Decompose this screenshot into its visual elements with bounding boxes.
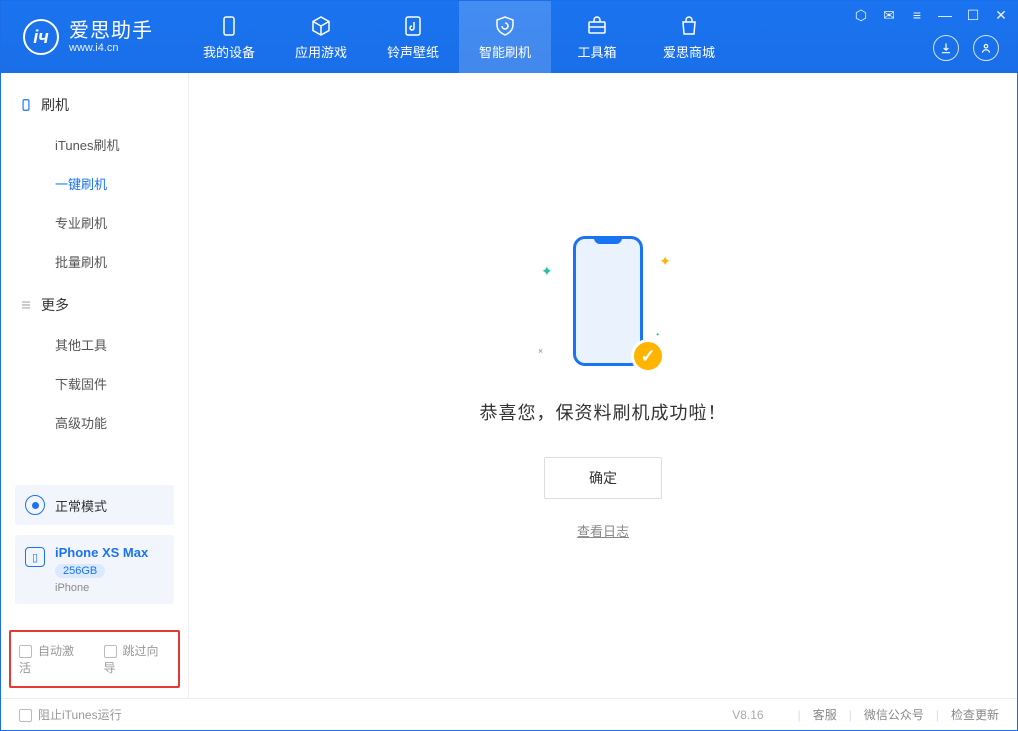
download-button[interactable] [933,35,959,61]
ok-button[interactable]: 确定 [544,457,662,499]
sidebar-item-pro-flash[interactable]: 专业刷机 [1,203,188,242]
cube-icon [309,14,333,38]
main-content: ✦ + ✦ • ✓ 恭喜您，保资料刷机成功啦！ 确定 查看日志 [189,73,1017,698]
nav-tabs: 我的设备 应用游戏 铃声壁纸 智能刷机 工具箱 爱思商城 [183,1,735,73]
toolbox-icon [585,14,609,38]
bag-icon [677,14,701,38]
feedback-icon[interactable]: ✉ [881,7,897,24]
sidebar: 刷机 iTunes刷机 一键刷机 专业刷机 批量刷机 更多 其他工具 下载固件 … [1,73,189,698]
maximize-button[interactable]: ☐ [965,7,981,24]
auto-activate-checkbox[interactable]: 自动激活 [19,642,86,676]
sidebar-item-batch-flash[interactable]: 批量刷机 [1,242,188,281]
phone-icon [19,98,33,112]
view-log-link[interactable]: 查看日志 [577,521,629,540]
window-controls: ⬡ ✉ ≡ — ☐ ✕ [853,7,1009,24]
footer-link-support[interactable]: 客服 [813,706,837,723]
sidebar-item-download-firmware[interactable]: 下载固件 [1,364,188,403]
close-button[interactable]: ✕ [993,7,1009,24]
check-icon: ✓ [631,339,665,373]
device-phone-icon: ▯ [25,547,45,567]
shield-refresh-icon [493,14,517,38]
sidebar-item-other-tools[interactable]: 其他工具 [1,325,188,364]
app-logo: iч 爱思助手 www.i4.cn [1,19,173,55]
device-name: iPhone XS Max [55,545,148,560]
version-label: V8.16 [732,708,763,722]
device-icon [217,14,241,38]
nav-smart-flash[interactable]: 智能刷机 [459,1,551,73]
nav-ringtones-wallpapers[interactable]: 铃声壁纸 [367,1,459,73]
mode-icon [25,495,45,515]
mode-label: 正常模式 [55,496,107,515]
device-card[interactable]: ▯ iPhone XS Max 256GB iPhone [15,535,174,604]
sidebar-item-onekey-flash[interactable]: 一键刷机 [1,164,188,203]
minimize-button[interactable]: — [937,7,953,24]
nav-store[interactable]: 爱思商城 [643,1,735,73]
nav-my-device[interactable]: 我的设备 [183,1,275,73]
download-icon [939,41,953,55]
app-name: 爱思助手 [69,20,153,42]
nav-apps-games[interactable]: 应用游戏 [275,1,367,73]
user-icon [979,41,993,55]
block-itunes-checkbox[interactable]: 阻止iTunes运行 [19,706,122,723]
sidebar-item-itunes-flash[interactable]: iTunes刷机 [1,125,188,164]
footer-link-wechat[interactable]: 微信公众号 [864,706,924,723]
skip-guide-checkbox[interactable]: 跳过向导 [104,642,171,676]
music-file-icon [401,14,425,38]
success-message: 恭喜您，保资料刷机成功啦！ [480,399,727,425]
sidebar-item-advanced[interactable]: 高级功能 [1,403,188,442]
shirt-icon[interactable]: ⬡ [853,7,869,24]
device-capacity: 256GB [55,564,105,578]
nav-toolbox[interactable]: 工具箱 [551,1,643,73]
app-url: www.i4.cn [69,42,153,54]
logo-icon: iч [23,19,59,55]
success-illustration: ✦ + ✦ • ✓ [533,231,673,381]
header-actions [933,35,999,61]
sidebar-group-flash: 刷机 [1,81,188,125]
mode-card[interactable]: 正常模式 [15,485,174,525]
account-button[interactable] [973,35,999,61]
list-icon [19,298,33,312]
title-bar: iч 爱思助手 www.i4.cn 我的设备 应用游戏 铃声壁纸 智能刷机 工具… [1,1,1017,73]
footer-link-update[interactable]: 检查更新 [951,706,999,723]
sidebar-group-more: 更多 [1,281,188,325]
device-type: iPhone [55,582,148,594]
menu-icon[interactable]: ≡ [909,7,925,24]
status-bar: 阻止iTunes运行 V8.16 | 客服 | 微信公众号 | 检查更新 [1,698,1017,730]
flash-options: 自动激活 跳过向导 [9,630,180,688]
